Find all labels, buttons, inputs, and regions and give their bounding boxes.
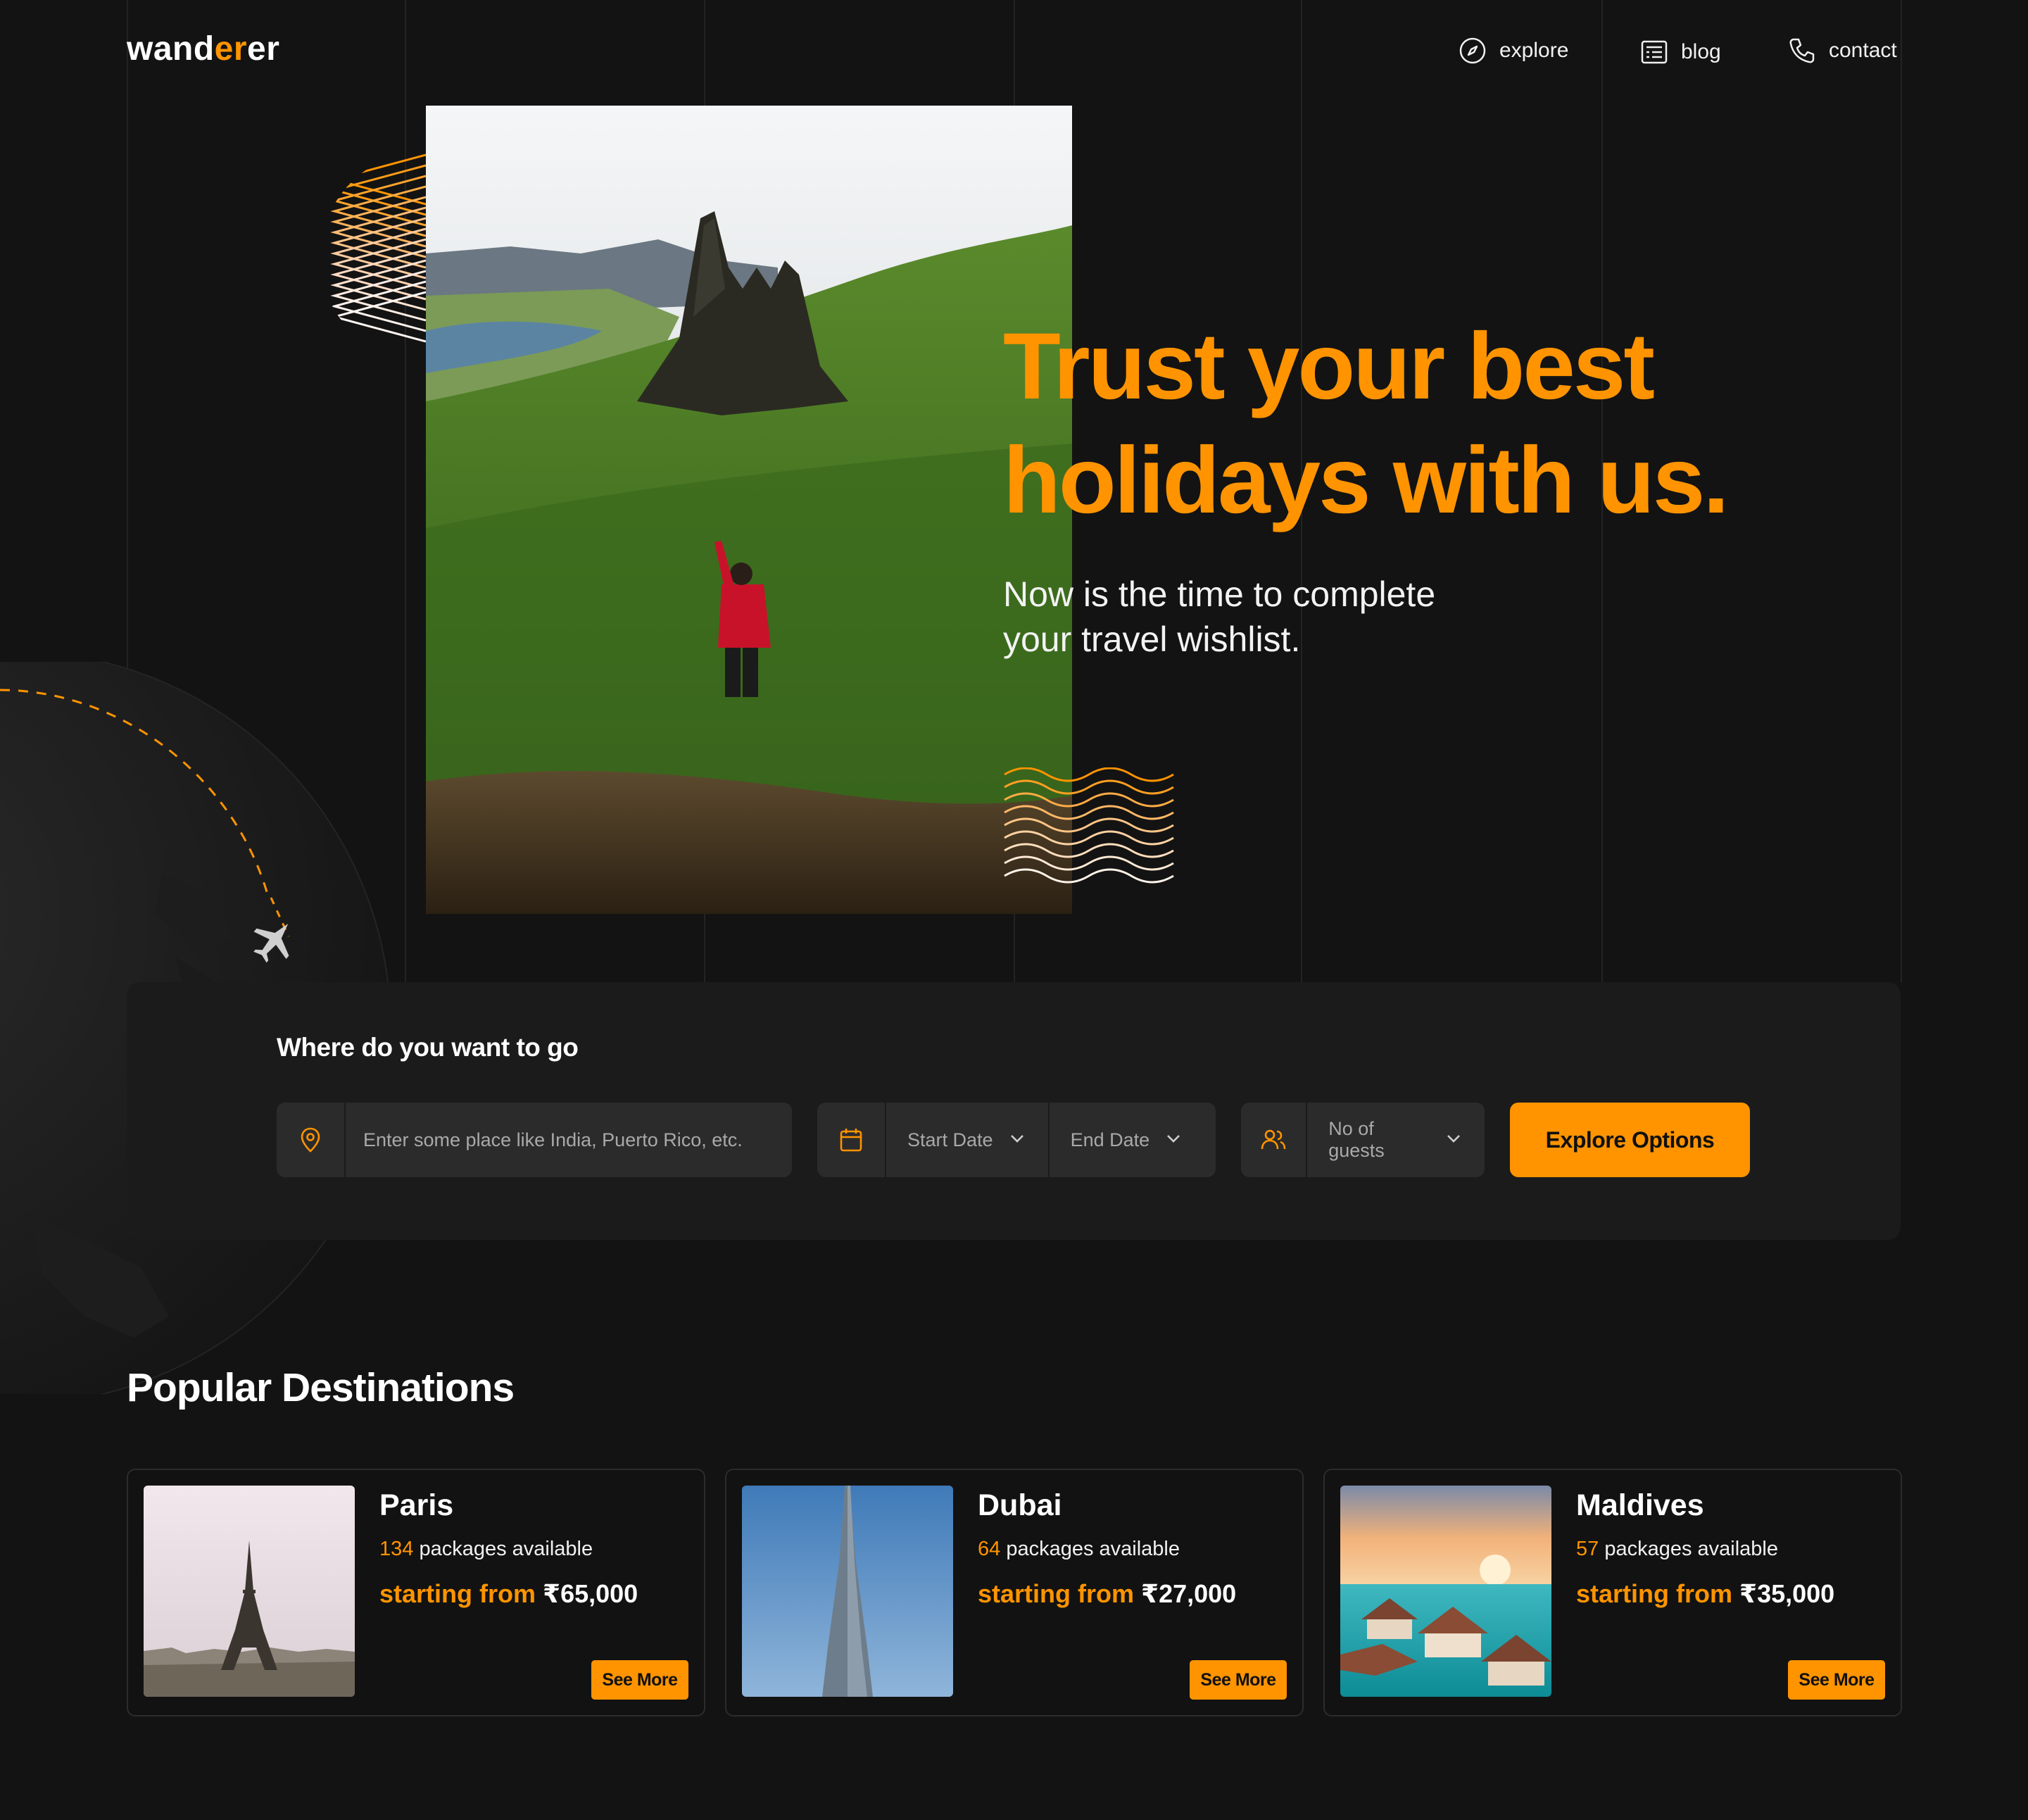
card-title: Dubai — [978, 1488, 1062, 1522]
end-date-label: End Date — [1070, 1129, 1150, 1150]
nav-contact-label: contact — [1829, 39, 1897, 62]
phone-icon — [1789, 38, 1815, 63]
destination-card-maldives[interactable]: Maldives 57 packages available starting … — [1323, 1469, 1902, 1717]
maldives-image — [1340, 1486, 1551, 1697]
destination-field[interactable]: Enter some place like India, Puerto Rico… — [277, 1103, 792, 1177]
nav-blog-label: blog — [1681, 40, 1721, 63]
hero-headline: Trust your best holidays with us. — [1003, 314, 1730, 533]
location-pin-icon — [277, 1103, 346, 1177]
chevron-down-icon — [1444, 1129, 1463, 1152]
grid-line — [405, 0, 406, 982]
card-price: starting from ₹35,000 — [1576, 1579, 1835, 1608]
guests-field[interactable]: No of guests — [1241, 1103, 1485, 1177]
nav-explore[interactable]: explore — [1459, 37, 1568, 65]
newspaper-icon — [1641, 40, 1668, 64]
wavy-lines-decoration — [1004, 767, 1174, 884]
nav-contact[interactable]: contact — [1788, 37, 1897, 65]
destination-card-paris[interactable]: Paris 134 packages available starting fr… — [127, 1469, 705, 1717]
card-title: Paris — [379, 1488, 454, 1522]
guests-select[interactable]: No of guests — [1307, 1103, 1485, 1177]
guests-label: No of guests — [1328, 1118, 1385, 1161]
nav-blog[interactable]: blog — [1640, 38, 1721, 66]
grid-line — [1901, 0, 1902, 982]
see-more-button[interactable]: See More — [1190, 1660, 1287, 1700]
date-field[interactable]: Start Date End Date — [817, 1103, 1216, 1177]
search-title: Where do you want to go — [277, 1033, 579, 1062]
paris-image — [144, 1486, 355, 1697]
card-title: Maldives — [1576, 1488, 1704, 1522]
chevron-down-icon — [1007, 1129, 1027, 1152]
chevron-down-icon — [1164, 1129, 1183, 1152]
hero-subheading: Now is the time to complete your travel … — [1003, 575, 1436, 659]
destination-input[interactable]: Enter some place like India, Puerto Rico… — [346, 1129, 743, 1151]
end-date-select[interactable]: End Date — [1050, 1103, 1205, 1177]
see-more-button[interactable]: See More — [591, 1660, 688, 1700]
section-title: Popular Destinations — [127, 1365, 515, 1410]
nav-explore-label: explore — [1499, 39, 1569, 62]
logo[interactable]: wanderer — [127, 30, 279, 68]
start-date-label: Start Date — [907, 1129, 993, 1150]
explore-options-button[interactable]: Explore Options — [1510, 1103, 1750, 1177]
card-packages: 134 packages available — [379, 1538, 593, 1560]
hero-image — [426, 106, 1072, 914]
calendar-icon — [817, 1103, 886, 1177]
chevron-stripes-decoration — [330, 153, 426, 343]
card-packages: 64 packages available — [978, 1538, 1180, 1560]
dubai-image — [742, 1486, 953, 1697]
compass-icon — [1459, 37, 1486, 64]
card-price: starting from ₹27,000 — [978, 1579, 1237, 1608]
card-price: starting from ₹65,000 — [379, 1579, 638, 1608]
start-date-select[interactable]: Start Date — [886, 1103, 1050, 1177]
see-more-button[interactable]: See More — [1788, 1660, 1885, 1700]
card-packages: 57 packages available — [1576, 1538, 1778, 1560]
users-icon — [1241, 1103, 1308, 1177]
destination-card-dubai[interactable]: Dubai 64 packages available starting fro… — [725, 1469, 1304, 1717]
